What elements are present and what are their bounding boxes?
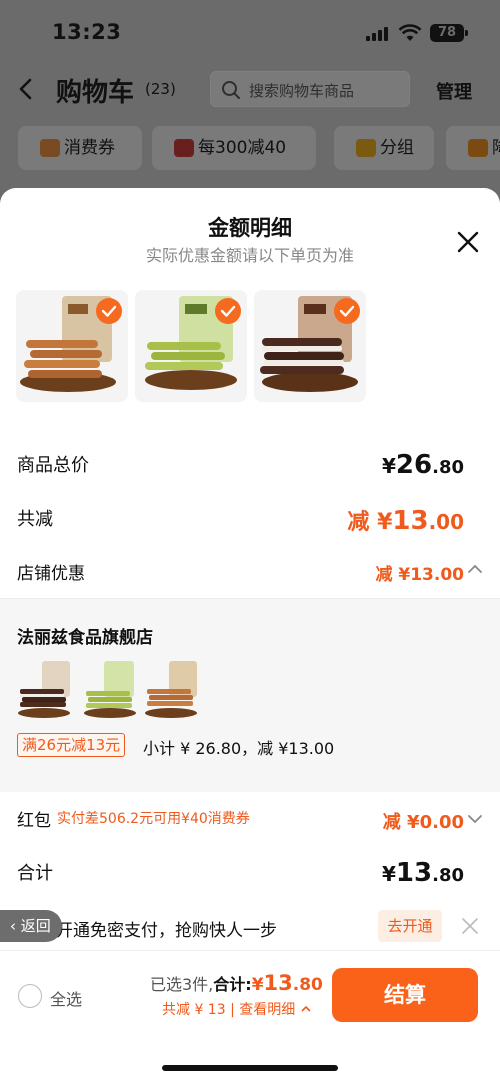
store-name: 法丽兹食品旗舰店 — [17, 628, 153, 648]
chevron-up-icon[interactable] — [466, 562, 484, 576]
reduce-label: 共减 — [17, 509, 53, 530]
close-icon[interactable] — [460, 916, 480, 936]
store-product-thumb-1 — [18, 661, 70, 718]
back-button[interactable]: ‹ 返回 — [0, 910, 62, 942]
chevron-up-icon — [301, 1005, 311, 1012]
status-time: 13:23 — [52, 20, 122, 44]
checkout-button[interactable]: 结算 — [332, 968, 478, 1022]
product-thumb-3[interactable] — [254, 290, 366, 402]
redpacket-label: 红包 — [17, 811, 51, 831]
sheet-subtitle: 实际优惠金额请以下单页为准 — [145, 246, 354, 265]
back-arrow-icon[interactable] — [16, 74, 36, 104]
redpacket-note: 实付差506.2元可用¥40消费券 — [57, 811, 250, 827]
page-title: 购物车 — [56, 78, 135, 108]
down-arrow-icon — [468, 139, 488, 157]
store-subtotal: 小计 ¥ 26.80，减 ¥13.00 — [143, 739, 335, 758]
chip-coupon[interactable]: 消费券 — [18, 126, 142, 170]
shop-icon — [174, 139, 194, 157]
radio-icon[interactable] — [18, 984, 42, 1008]
chip-group[interactable]: 分组 — [334, 126, 434, 170]
checkout-bar: 全选 已选3件,合计:¥13.80 共减 ¥ 13 | 查看明细 结算 — [0, 950, 500, 1081]
chip-discount[interactable]: 每300减40 — [152, 126, 316, 170]
folder-icon — [356, 139, 376, 157]
sum-label: 合计 — [17, 863, 53, 884]
reduce-amount: 减 ¥13.00 — [347, 506, 464, 536]
total-price: ¥26.80 — [382, 450, 464, 480]
check-icon — [334, 298, 360, 324]
search-placeholder: 搜索购物车商品 — [249, 82, 355, 100]
redpacket-amount[interactable]: 减 ¥0.00 — [383, 808, 464, 834]
home-indicator — [162, 1065, 338, 1071]
store-product-thumb-3 — [145, 661, 197, 718]
search-input[interactable]: 搜索购物车商品 — [210, 71, 410, 107]
status-bar: 13:23 78 — [0, 0, 500, 62]
view-detail-link[interactable]: 共减 ¥ 13 | 查看明细 — [162, 999, 312, 1019]
banner-text: 开通免密支付，抢购快人一步 — [56, 921, 277, 941]
coupon-icon — [40, 139, 60, 157]
check-icon — [215, 298, 241, 324]
cart-header: 购物车 (23) 搜索购物车商品 管理 — [0, 62, 500, 118]
select-all-label[interactable]: 全选 — [50, 986, 82, 1010]
amount-detail-sheet: 金额明细 实际优惠金额请以下单页为准 商品总价 ¥26.80 共减 减 ¥13.… — [0, 188, 500, 1081]
product-thumb-1[interactable] — [16, 290, 128, 402]
check-icon — [96, 298, 122, 324]
sum-amount: ¥13.80 — [382, 858, 464, 888]
close-icon[interactable] — [456, 230, 480, 254]
chevron-down-icon[interactable] — [466, 812, 484, 826]
store-product-thumb-2 — [84, 661, 136, 718]
promo-tag: 满26元减13元 — [17, 733, 126, 757]
store-discount-amount[interactable]: 减 ¥13.00 — [375, 560, 464, 585]
battery-icon: 78 — [430, 24, 464, 42]
chip-price-drop[interactable]: 降 — [446, 126, 500, 170]
password-free-pay-banner: 开通免密支付，抢购快人一步 去开通 ‹ 返回 — [0, 906, 500, 950]
manage-button[interactable]: 管理 — [436, 78, 472, 104]
store-discount-detail: 法丽兹食品旗舰店 满26元减13元 小计 ¥ 26.80，减 ¥13.00 — [0, 598, 500, 792]
search-icon — [222, 81, 240, 99]
wifi-icon — [398, 24, 422, 41]
product-thumb-2[interactable] — [135, 290, 247, 402]
signal-icon — [366, 27, 392, 41]
enable-button[interactable]: 去开通 — [378, 910, 442, 942]
total-label: 商品总价 — [17, 455, 89, 476]
filter-chips: 消费券 每300减40 分组 降 — [0, 126, 500, 170]
cart-count: (23) — [145, 80, 176, 98]
store-discount-label: 店铺优惠 — [17, 564, 85, 584]
sheet-title: 金额明细 — [208, 216, 292, 240]
selected-summary: 已选3件,合计:¥13.80 — [150, 971, 323, 995]
